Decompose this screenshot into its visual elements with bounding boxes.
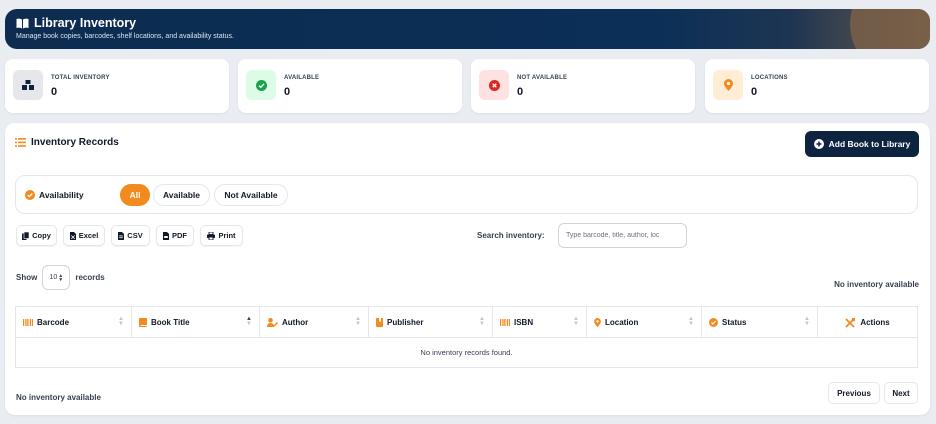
check-circle-icon — [246, 70, 276, 100]
csv-label: CSV — [127, 231, 143, 240]
book-icon — [139, 318, 147, 327]
print-label: Print — [218, 231, 236, 240]
sort-icon: ▲ ▼ — [573, 316, 579, 327]
panel-title: Inventory Records — [15, 137, 119, 148]
stat-value: 0 — [284, 86, 291, 98]
table-info-bottom: No inventory available — [16, 393, 101, 402]
barcode-icon — [500, 319, 510, 326]
book-bookmark-icon — [376, 318, 383, 327]
copy-icon — [22, 231, 30, 240]
column-header-isbn[interactable]: ISBN ▲ ▼ — [493, 307, 587, 338]
stat-label: AVAILABLE — [284, 75, 320, 81]
excel-button[interactable]: Excel — [63, 225, 105, 246]
column-label: Author — [282, 318, 309, 327]
show-label: Show — [16, 273, 38, 282]
filter-label-text: Availability — [39, 190, 84, 200]
inventory-table: Barcode ▲ ▼ Book Title ▲ ▼ Author ▲ ▼ Publi… — [15, 306, 918, 368]
sort-icon: ▲ ▼ — [804, 316, 810, 327]
filter-chip-all[interactable]: All — [120, 184, 150, 206]
column-label: Book Title — [151, 318, 190, 327]
sort-updown-icon: ▲ ▼ — [58, 272, 64, 283]
records-label: records — [75, 273, 105, 282]
column-label: Status — [722, 318, 747, 327]
pdf-button[interactable]: PDF — [156, 225, 194, 246]
stat-card-available: AVAILABLE 0 — [238, 59, 462, 113]
printer-icon — [207, 231, 216, 240]
table-empty-row: No inventory records found. — [420, 348, 513, 357]
book-open-icon — [16, 18, 29, 29]
column-label: Actions — [860, 318, 890, 327]
tools-icon — [845, 317, 856, 328]
column-label: Location — [605, 318, 639, 327]
page-length-select[interactable]: 10 ▲ ▼ — [42, 265, 71, 290]
column-header-actions: Actions — [818, 307, 917, 338]
availability-filter: Availability All Available Not Available — [15, 175, 918, 214]
print-button[interactable]: Print — [200, 225, 243, 246]
check-circle-icon — [709, 318, 718, 327]
column-header-status[interactable]: Status ▲ ▼ — [702, 307, 818, 338]
page-length-value: 10 — [49, 274, 58, 281]
search-input[interactable] — [558, 223, 687, 248]
excel-label: Excel — [78, 231, 99, 240]
stat-value: 0 — [517, 86, 524, 98]
sort-icon: ▲ ▼ — [479, 316, 485, 327]
csv-button[interactable]: CSV — [111, 225, 150, 246]
warehouse-icon — [13, 70, 43, 100]
column-label: Barcode — [37, 318, 70, 327]
table-header: Barcode ▲ ▼ Book Title ▲ ▼ Author ▲ ▼ Publi… — [16, 307, 917, 338]
previous-page-button[interactable]: Previous — [828, 382, 880, 404]
stat-card-total-inventory: TOTAL INVENTORY 0 — [5, 59, 229, 113]
filter-label: Availability — [25, 190, 84, 200]
stat-label: TOTAL INVENTORY — [51, 75, 110, 81]
header-decoration — [850, 9, 930, 49]
stat-label: LOCATIONS — [751, 75, 788, 81]
column-header-author[interactable]: Author ▲ ▼ — [260, 307, 369, 338]
next-page-button[interactable]: Next — [884, 382, 918, 404]
pdf-label: PDF — [172, 231, 187, 240]
map-pin-icon — [594, 318, 601, 327]
sort-icon: ▲ ▼ — [118, 316, 124, 327]
stat-card-not-available: NOT AVAILABLE 0 — [471, 59, 695, 113]
column-label: ISBN — [514, 318, 534, 327]
barcode-icon — [23, 319, 33, 326]
table-info-top: No inventory available — [834, 280, 919, 289]
column-label: Publisher — [387, 318, 424, 327]
column-header-publisher[interactable]: Publisher ▲ ▼ — [369, 307, 493, 338]
stat-label: NOT AVAILABLE — [517, 75, 568, 81]
map-pin-icon — [713, 70, 743, 100]
sort-icon: ▲ ▼ — [355, 316, 361, 327]
add-book-label: Add Book to Library — [828, 139, 911, 149]
panel-title-text: Inventory Records — [31, 137, 119, 148]
page-subtitle: Manage book copies, barcodes, shelf loca… — [16, 33, 234, 40]
filter-chip-not-available[interactable]: Not Available — [214, 184, 288, 206]
column-header-book-title[interactable]: Book Title ▲ ▼ — [132, 307, 260, 338]
sort-asc-icon: ▲ ▼ — [246, 316, 252, 327]
sort-icon: ▲ ▼ — [688, 316, 694, 327]
plus-circle-icon — [813, 139, 824, 149]
page-header: Library Inventory Manage book copies, ba… — [5, 9, 930, 49]
page-length-control: Show 10 ▲ ▼ records — [16, 265, 105, 290]
inventory-panel: Inventory Records Add Book to Library Av… — [5, 123, 930, 415]
copy-label: Copy — [32, 231, 51, 240]
check-circle-icon — [25, 190, 35, 200]
column-header-location[interactable]: Location ▲ ▼ — [587, 307, 702, 338]
file-excel-icon — [69, 231, 76, 240]
filter-chip-available[interactable]: Available — [153, 184, 210, 206]
column-header-barcode[interactable]: Barcode ▲ ▼ — [16, 307, 132, 338]
x-circle-icon — [479, 70, 509, 100]
copy-button[interactable]: Copy — [16, 225, 57, 246]
add-book-button[interactable]: Add Book to Library — [805, 131, 919, 157]
file-csv-icon — [118, 231, 125, 240]
file-pdf-icon — [163, 231, 169, 240]
stat-card-locations: LOCATIONS 0 — [705, 59, 929, 113]
stat-value: 0 — [751, 86, 758, 98]
page-title: Library Inventory — [34, 16, 137, 30]
list-icon — [15, 138, 26, 147]
user-pen-icon — [267, 318, 278, 327]
search-label: Search inventory: — [477, 231, 545, 240]
stat-value: 0 — [51, 86, 58, 98]
